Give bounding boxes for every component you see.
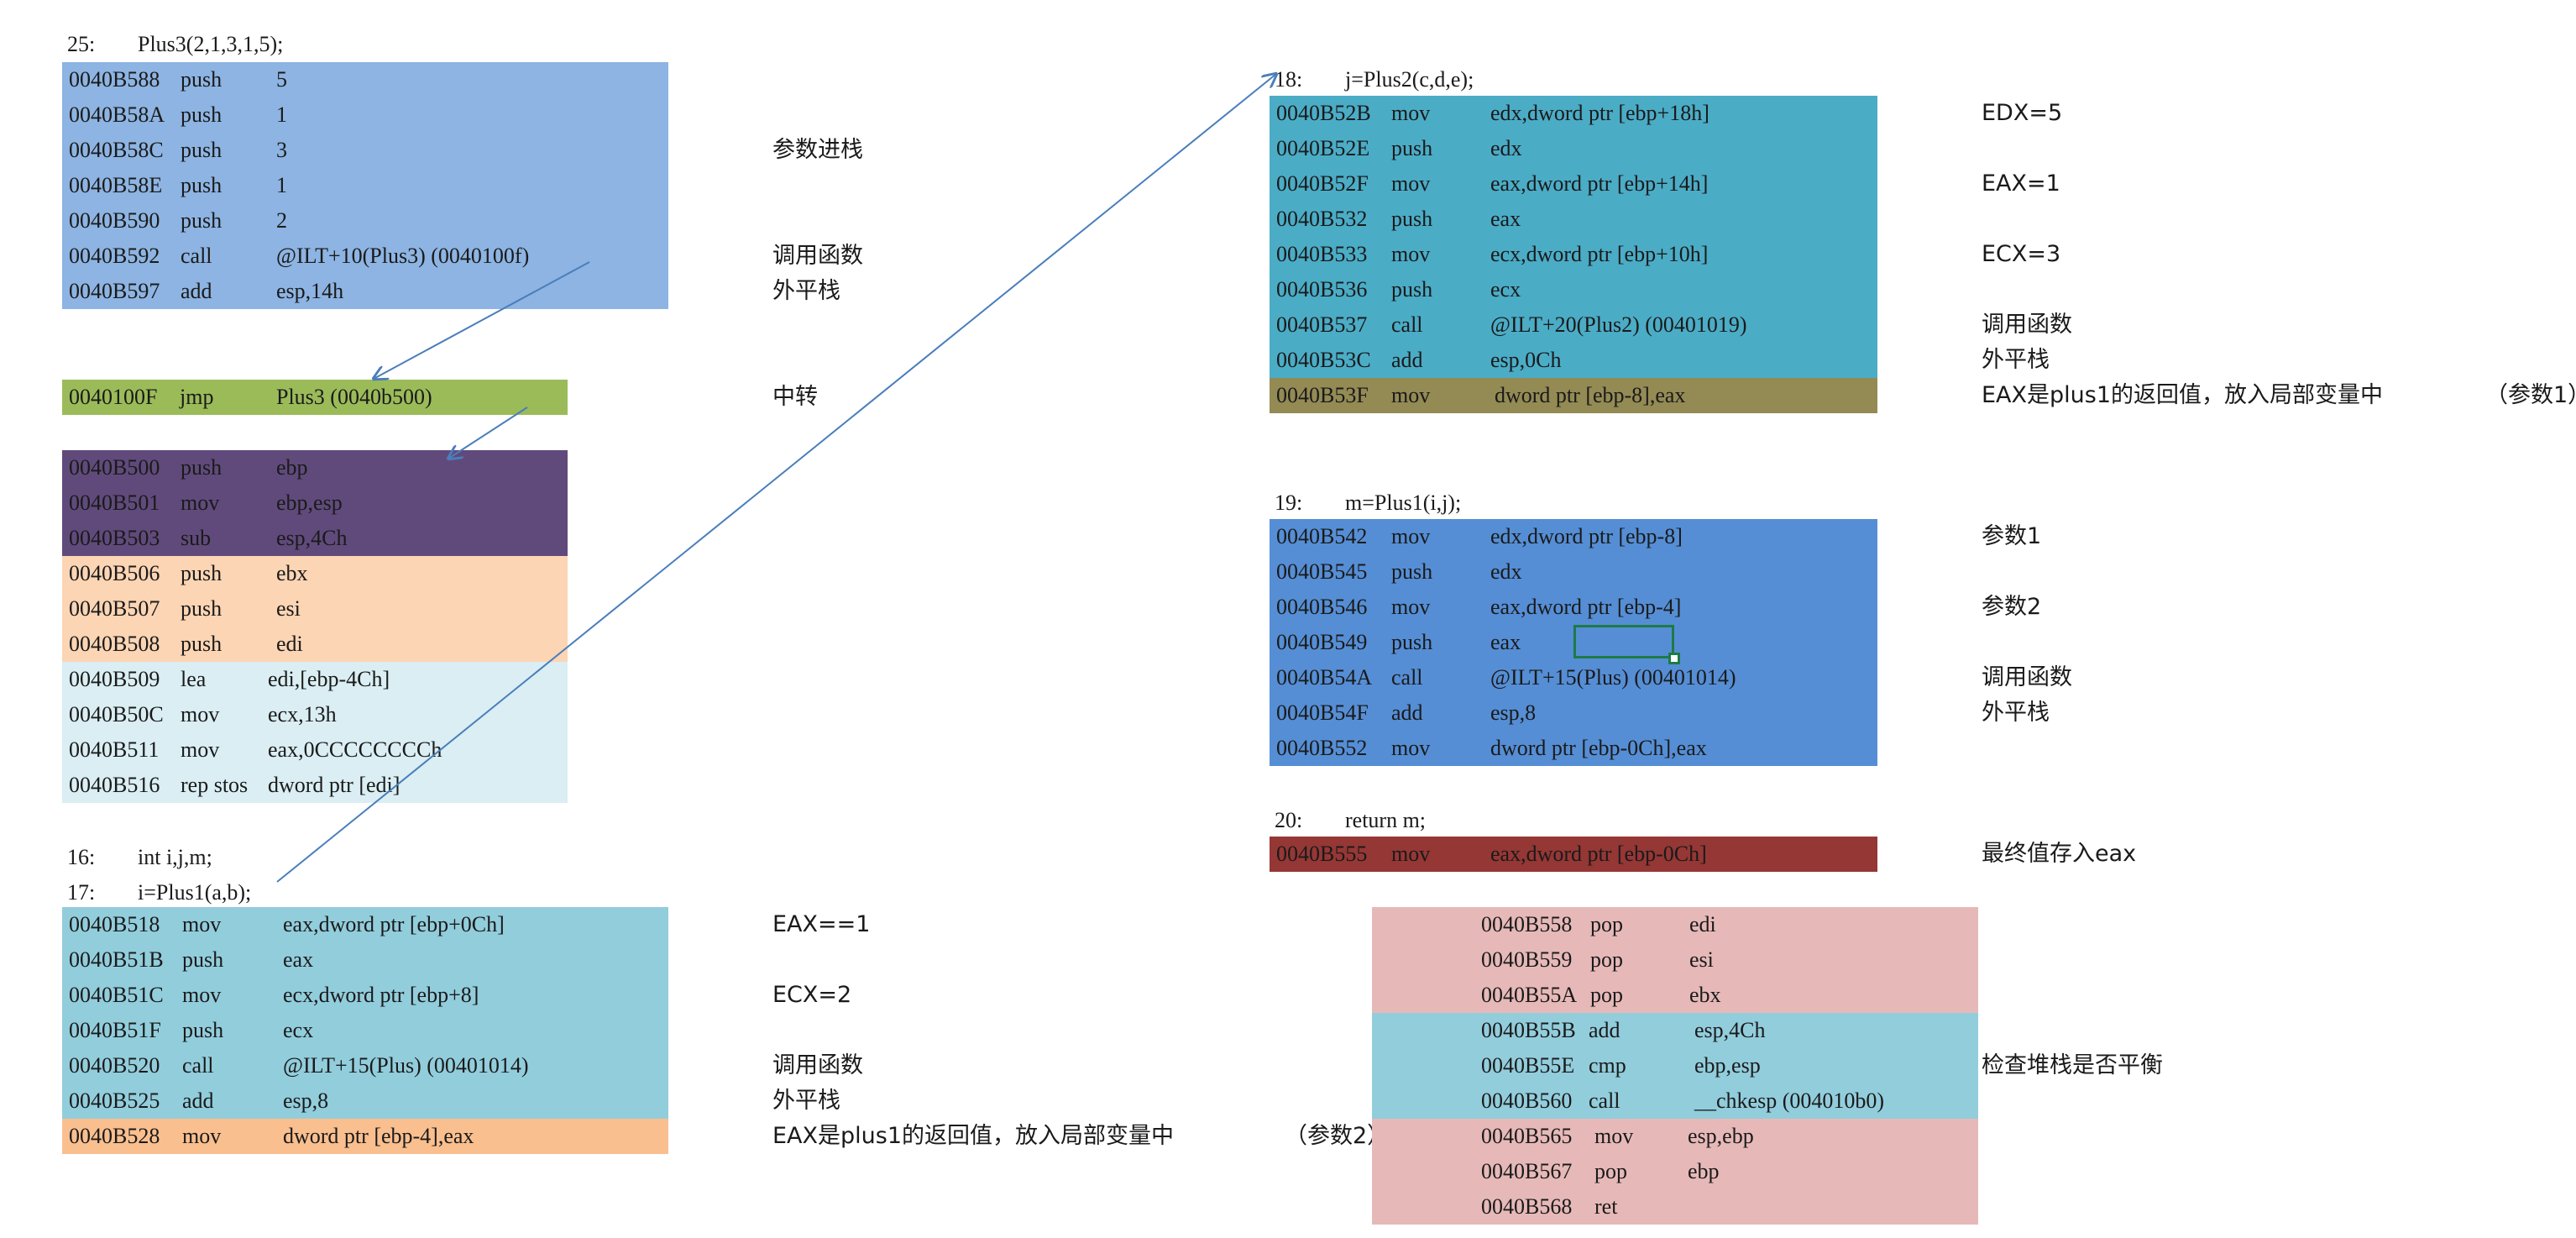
arrow-call-to-thunk xyxy=(374,261,590,379)
arrow-thunk-to-prologue xyxy=(448,407,528,459)
arrow-overlay xyxy=(276,0,2576,883)
arrow-line17-to-line18 xyxy=(276,74,1276,883)
